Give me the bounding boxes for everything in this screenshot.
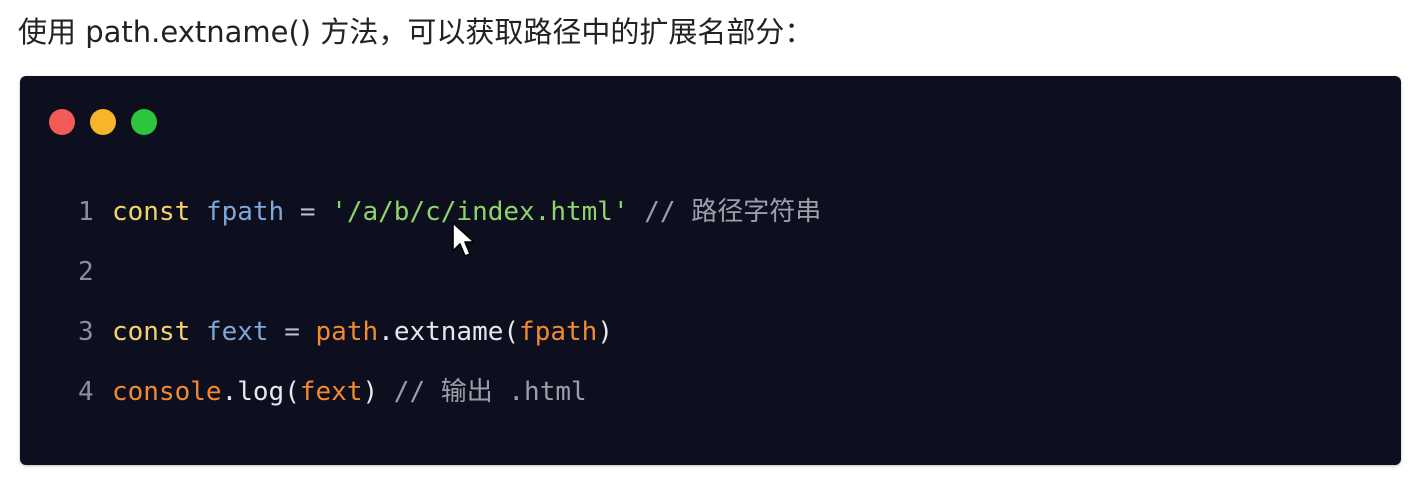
dot: . — [221, 377, 238, 407]
comment: // 路径字符串 — [628, 197, 822, 227]
operator: = — [284, 197, 332, 227]
variable: fext — [205, 317, 269, 347]
code-content: 1 const fpath = '/a/b/c/index.html' // 路径… — [78, 190, 821, 430]
green-dot-icon — [131, 109, 157, 135]
paren-close: ) — [597, 317, 613, 347]
keyword: const — [112, 317, 191, 347]
mouse-cursor-icon — [452, 222, 475, 257]
string-literal: '/a/b/c/index.html' — [331, 197, 629, 227]
variable: fpath — [205, 197, 285, 227]
line-number: 4 — [78, 377, 94, 407]
object-name: path — [315, 317, 379, 347]
object-name: console — [112, 377, 222, 407]
dot: . — [378, 317, 394, 347]
line-number: 2 — [78, 257, 94, 287]
argument: fpath — [519, 317, 598, 347]
comment: // 输出 .html — [378, 377, 587, 407]
red-dot-icon — [49, 109, 75, 135]
code-block: 1 const fpath = '/a/b/c/index.html' // 路径… — [20, 76, 1401, 465]
paren-close: ) — [362, 377, 379, 407]
line-number: 1 — [78, 197, 94, 227]
line-number: 3 — [78, 317, 94, 347]
code-line-3: 3 const fext = path. extname(fpath) — [78, 310, 821, 370]
argument: fext — [299, 377, 363, 407]
code-line-4: 4 console. log(fext) // 输出 .html — [78, 370, 821, 430]
code-line-2: 2 — [78, 250, 821, 310]
paren-open: ( — [503, 317, 520, 347]
window-controls — [49, 109, 157, 135]
operator: = — [268, 317, 316, 347]
yellow-dot-icon — [90, 109, 116, 135]
intro-text: 使用 path.extname() 方法，可以获取路径中的扩展名部分： — [18, 15, 814, 49]
code-line-1: 1 const fpath = '/a/b/c/index.html' // 路径… — [78, 190, 821, 250]
method-name: log — [237, 377, 285, 407]
paren-open: ( — [284, 377, 300, 407]
method-name: extname — [393, 317, 504, 347]
keyword: const — [112, 197, 191, 227]
